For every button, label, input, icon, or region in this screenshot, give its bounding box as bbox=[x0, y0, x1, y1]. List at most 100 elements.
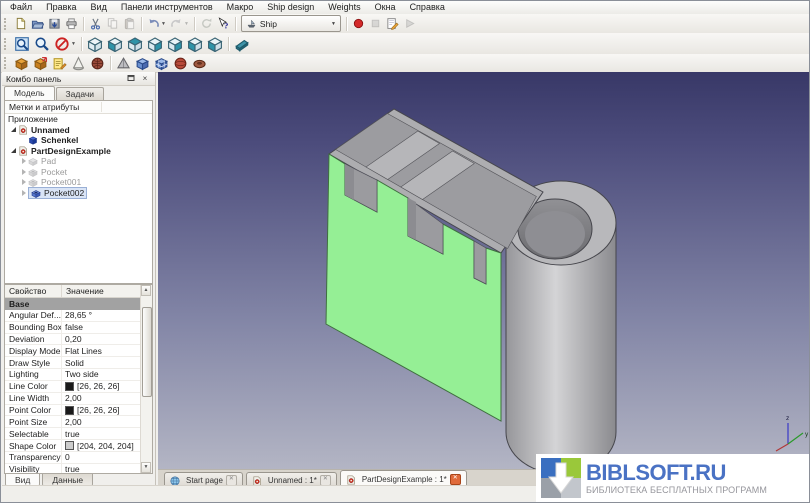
open-file-button[interactable] bbox=[29, 16, 46, 31]
tree-item[interactable]: Unnamed bbox=[5, 125, 152, 136]
mesh-box-button[interactable] bbox=[133, 55, 152, 72]
toolbar-grip[interactable] bbox=[4, 18, 9, 30]
tree-item[interactable]: PartDesignExample bbox=[5, 146, 152, 157]
menu-item[interactable]: Правка bbox=[39, 1, 83, 14]
macro-record-button[interactable] bbox=[350, 16, 367, 31]
redo-button[interactable]: ▼ bbox=[168, 16, 191, 31]
mesh-torus-icon bbox=[192, 56, 207, 71]
properties-scrollbar[interactable]: ▲ ▼ bbox=[140, 285, 152, 473]
panel-tab-model[interactable]: Модель bbox=[4, 86, 55, 100]
paste-button[interactable] bbox=[121, 16, 138, 31]
macro-play-icon bbox=[403, 17, 416, 30]
redo-icon bbox=[170, 17, 183, 30]
scroll-up-button[interactable]: ▲ bbox=[141, 285, 151, 296]
property-row[interactable]: Point Color [26, 26, 26] bbox=[5, 405, 141, 417]
expander-icon[interactable] bbox=[19, 179, 28, 185]
property-row[interactable]: Deviation 0,20 bbox=[5, 334, 141, 346]
mesh-box-mesh-button[interactable] bbox=[152, 55, 171, 72]
mesh-sphere-dark-button[interactable] bbox=[88, 55, 107, 72]
menu-item[interactable]: Панели инструментов bbox=[114, 1, 220, 14]
view-bottom-button[interactable] bbox=[185, 35, 205, 53]
property-row[interactable]: Transparency 0 bbox=[5, 452, 141, 464]
draw-style-button[interactable]: ▼ bbox=[52, 35, 78, 53]
mesh-cone-button[interactable] bbox=[69, 55, 88, 72]
mesh-tetrahedron-button[interactable] bbox=[114, 55, 133, 72]
float-panel-button[interactable] bbox=[125, 73, 137, 85]
property-row[interactable]: Display Mode Flat Lines bbox=[5, 345, 141, 357]
property-group-row[interactable]: Base bbox=[5, 298, 141, 310]
3d-part[interactable]: z y bbox=[158, 72, 809, 469]
cut-button[interactable] bbox=[87, 16, 104, 31]
close-panel-button[interactable]: × bbox=[139, 73, 151, 85]
view-top-button[interactable] bbox=[125, 35, 145, 53]
toolbar-grip[interactable] bbox=[4, 57, 9, 69]
view-rear-button[interactable] bbox=[165, 35, 185, 53]
macro-play-button[interactable] bbox=[401, 16, 418, 31]
view-left-button[interactable] bbox=[205, 35, 225, 53]
property-row[interactable]: Angular Def... 28,65 ° bbox=[5, 310, 141, 322]
combo-panel: Комбо панель × МодельЗадачи Метки и атри… bbox=[2, 72, 156, 488]
tree-item[interactable]: Pad bbox=[5, 156, 152, 167]
property-row[interactable]: Visibility true bbox=[5, 464, 141, 474]
save-file-button[interactable] bbox=[46, 16, 63, 31]
tree-item[interactable]: Pocket bbox=[5, 167, 152, 178]
view-front-button[interactable] bbox=[105, 35, 125, 53]
scrollbar-thumb[interactable] bbox=[142, 307, 152, 397]
menu-item[interactable]: Weights bbox=[321, 1, 367, 14]
fit-all-button[interactable] bbox=[12, 35, 32, 53]
mesh-import-button[interactable] bbox=[12, 55, 31, 72]
property-row[interactable]: Line Width 2,00 bbox=[5, 393, 141, 405]
workbench-selector[interactable]: Ship▼ bbox=[241, 15, 341, 32]
undo-button[interactable]: ▼ bbox=[145, 16, 168, 31]
macro-edit-icon bbox=[386, 17, 399, 30]
menu-item[interactable]: Файл bbox=[3, 1, 39, 14]
measure-distance-button[interactable] bbox=[232, 35, 252, 53]
menu-item[interactable]: Макро bbox=[220, 1, 261, 14]
macro-stop-icon bbox=[369, 17, 382, 30]
view-right-button[interactable] bbox=[145, 35, 165, 53]
combo-panel-title: Комбо панель bbox=[6, 73, 61, 85]
scroll-down-button[interactable]: ▼ bbox=[141, 462, 151, 473]
macro-stop-button[interactable] bbox=[367, 16, 384, 31]
expander-icon[interactable] bbox=[19, 169, 28, 175]
property-row[interactable]: Shape Color [204, 204, 204] bbox=[5, 440, 141, 452]
close-tab-icon[interactable]: ✕ bbox=[450, 474, 461, 485]
tree-root[interactable]: Приложение bbox=[5, 114, 152, 125]
expander-icon[interactable] bbox=[9, 127, 18, 132]
property-row[interactable]: Lighting Two side bbox=[5, 369, 141, 381]
property-row[interactable]: Line Color [26, 26, 26] bbox=[5, 381, 141, 393]
workbench-selector-value: Ship bbox=[260, 19, 277, 29]
new-file-button[interactable] bbox=[12, 16, 29, 31]
expander-icon[interactable] bbox=[9, 148, 18, 153]
refresh-button[interactable] bbox=[198, 16, 215, 31]
property-row[interactable]: Point Size 2,00 bbox=[5, 416, 141, 428]
mesh-torus-button[interactable] bbox=[190, 55, 209, 72]
property-row[interactable]: Draw Style Solid bbox=[5, 357, 141, 369]
expander-icon[interactable] bbox=[19, 158, 28, 164]
mesh-annotation-button[interactable] bbox=[50, 55, 69, 72]
fit-selection-button[interactable] bbox=[32, 35, 52, 53]
selected-tree-item[interactable]: Pocket002 bbox=[28, 187, 87, 199]
copy-button[interactable] bbox=[104, 16, 121, 31]
print-button[interactable] bbox=[63, 16, 80, 31]
property-row[interactable]: Selectable true bbox=[5, 428, 141, 440]
column-divider[interactable] bbox=[101, 102, 102, 112]
mesh-sphere-red-button[interactable] bbox=[171, 55, 190, 72]
tree-item[interactable]: Schenkel bbox=[5, 135, 152, 146]
panel-tab-tasks[interactable]: Задачи bbox=[56, 87, 105, 100]
macro-edit-button[interactable] bbox=[384, 16, 401, 31]
property-row[interactable]: Bounding Box false bbox=[5, 322, 141, 334]
menu-item[interactable]: Ship design bbox=[260, 1, 321, 14]
view-axonometric-button[interactable] bbox=[85, 35, 105, 53]
freecad-doc-icon bbox=[18, 125, 28, 135]
whats-this-button[interactable]: ? bbox=[215, 16, 232, 31]
expander-icon[interactable] bbox=[19, 190, 28, 196]
menu-item[interactable]: Вид bbox=[84, 1, 114, 14]
menu-item[interactable]: Окна bbox=[368, 1, 403, 14]
toolbar-grip[interactable] bbox=[4, 38, 9, 50]
copy-icon bbox=[106, 17, 119, 30]
tree-item[interactable]: Pocket002 bbox=[5, 188, 152, 199]
3d-viewport[interactable]: z y bbox=[158, 72, 809, 469]
menu-item[interactable]: Справка bbox=[403, 1, 452, 14]
mesh-export-button[interactable] bbox=[31, 55, 50, 72]
